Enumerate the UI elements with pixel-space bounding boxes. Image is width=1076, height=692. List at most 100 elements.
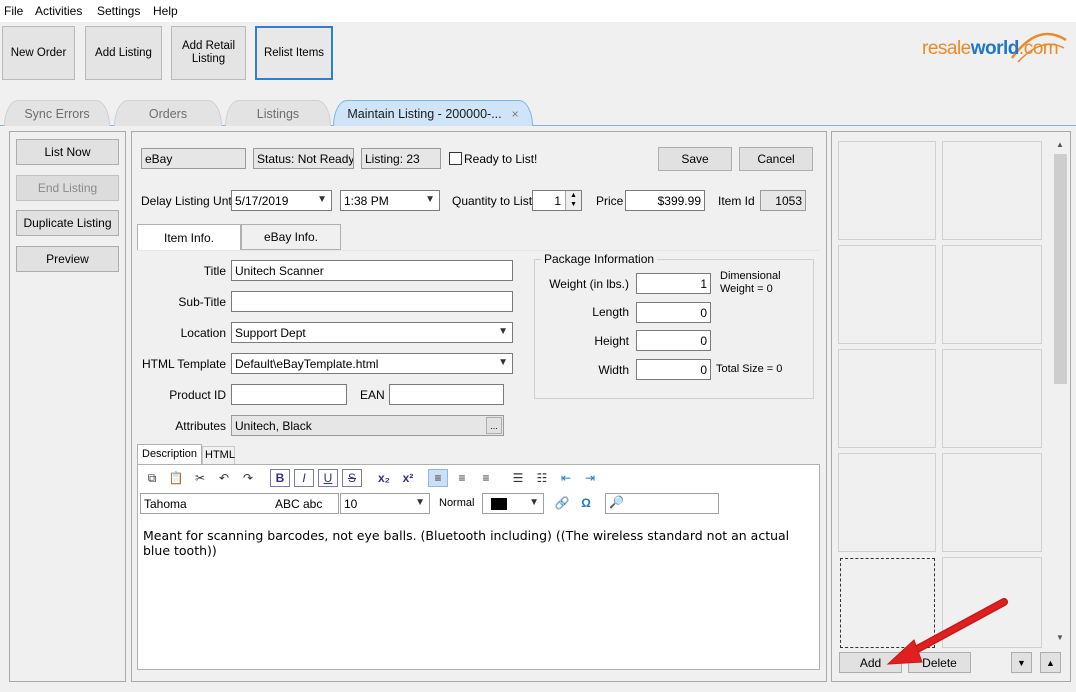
photo-slot[interactable] [838,141,936,240]
chevron-down-icon: ▼ [425,194,435,205]
location-select[interactable]: Support Dept ▼ [231,322,513,343]
photo-slot[interactable] [942,453,1042,552]
cancel-button[interactable]: Cancel [739,147,813,171]
scrollbar-thumb[interactable] [1054,154,1067,384]
add-retail-listing-button[interactable]: Add Retail Listing [171,26,246,80]
item-id-label: Item Id [718,194,755,208]
copy-icon[interactable]: ⧉ [142,469,162,487]
title-input[interactable]: Unitech Scanner [231,260,513,281]
text-color-swatch [491,498,507,510]
menu-help[interactable]: Help [153,4,178,18]
move-up-button[interactable]: ▲ [1040,652,1061,673]
strikethrough-icon[interactable]: S [342,469,362,487]
dimensional-weight-text: Dimensional Weight = 0 [720,270,781,295]
length-input[interactable]: 0 [636,302,711,323]
add-listing-button[interactable]: Add Listing [85,26,162,80]
relist-items-button[interactable]: Relist Items [255,26,333,80]
chevron-down-icon: ▼ [317,194,327,205]
superscript-icon[interactable]: x² [398,469,418,487]
price-field[interactable]: $399.99 [625,190,705,211]
listing-number-field: Listing: 23 [361,148,441,169]
duplicate-listing-button[interactable]: Duplicate Listing [16,210,119,236]
underline-icon[interactable]: U [318,469,338,487]
tab-sync-errors[interactable]: Sync Errors [4,100,110,126]
item-id-field: 1053 [760,190,806,211]
text-color-select[interactable]: ▼ [482,493,544,514]
description-content[interactable]: Meant for scanning barcodes, not eye bal… [143,528,813,558]
photo-slot[interactable] [942,245,1042,344]
photo-slot[interactable] [838,349,936,448]
menu-activities[interactable]: Activities [35,4,82,18]
product-id-input[interactable] [231,384,347,405]
height-input[interactable]: 0 [636,330,711,351]
delay-time-select[interactable]: 1:38 PM ▼ [340,190,440,211]
resaleworld-logo: resaleworld.com [922,38,1059,59]
special-character-icon[interactable]: Ω [576,494,596,512]
ean-input[interactable] [389,384,504,405]
photo-slot[interactable] [942,141,1042,240]
italic-icon[interactable]: I [294,469,314,487]
paragraph-style-label[interactable]: Normal [439,497,474,509]
arrow-up-icon: ▲ [1046,657,1055,668]
numbered-list-icon[interactable]: ☷ [532,469,552,487]
tab-item-info[interactable]: Item Info. [137,224,241,251]
tab-ebay-info[interactable]: eBay Info. [241,224,341,250]
paste-icon[interactable]: 📋 [166,469,186,487]
scroll-down-icon[interactable]: ▼ [1056,633,1064,642]
attributes-browse-button[interactable]: ... [486,417,502,434]
status-field: Status: Not Ready [253,148,354,169]
search-icon: 🔎 [609,495,624,509]
menu-bar: File Activities Settings Help [0,0,1076,22]
delay-date-select[interactable]: 5/17/2019 ▼ [231,190,332,211]
indent-icon[interactable]: ⇥ [580,469,600,487]
cut-icon[interactable]: ✂ [190,469,210,487]
tab-maintain-listing[interactable]: Maintain Listing - 200000-... × [333,100,533,126]
weight-input[interactable]: 1 [636,273,711,294]
scroll-up-icon[interactable]: ▲ [1056,140,1064,149]
move-down-button[interactable]: ▼ [1011,652,1032,673]
new-order-button[interactable]: New Order [2,26,75,80]
ready-to-list-checkbox[interactable] [449,152,462,165]
subtitle-label: Sub-Title [178,295,226,309]
font-size-value: 10 [344,497,358,511]
photo-slot[interactable] [838,453,936,552]
list-now-button[interactable]: List Now [16,139,119,165]
tab-html[interactable]: HTML [202,446,235,464]
align-right-icon[interactable]: ≡ [476,469,496,487]
menu-settings[interactable]: Settings [97,4,140,18]
subscript-icon[interactable]: x₂ [374,469,394,487]
align-center-icon[interactable]: ≡ [452,469,472,487]
photo-slot[interactable] [942,349,1042,448]
price-label: Price [596,194,624,208]
bold-icon[interactable]: B [270,469,290,487]
close-icon[interactable]: × [512,107,519,121]
font-size-select[interactable]: 10 ▼ [340,493,430,514]
end-listing-button[interactable]: End Listing [16,175,119,201]
annotation-arrow-icon [886,598,1008,665]
save-button[interactable]: Save [658,147,732,171]
title-label: Title [203,264,226,278]
quantity-spin-icon[interactable]: ▲ ▼ [565,191,581,210]
width-label: Width [598,363,629,377]
arrow-down-icon: ▼ [1017,657,1026,668]
link-icon[interactable]: 🔗 [552,494,572,512]
tab-description[interactable]: Description [137,444,202,464]
outdent-icon[interactable]: ⇤ [556,469,576,487]
bullet-list-icon[interactable]: ☰ [508,469,528,487]
tab-listings[interactable]: Listings [225,100,331,126]
tab-orders[interactable]: Orders [114,100,222,126]
width-input[interactable]: 0 [636,359,711,380]
chevron-down-icon: ▼ [498,326,508,337]
subtitle-input[interactable] [231,291,513,312]
preview-button[interactable]: Preview [16,246,119,272]
channel-field: eBay [141,148,246,169]
align-left-icon[interactable]: ≡ [428,469,448,487]
redo-icon[interactable]: ↷ [238,469,258,487]
photo-slot[interactable] [838,245,936,344]
attributes-field: Unitech, Black [231,415,504,436]
menu-file[interactable]: File [4,4,23,18]
undo-icon[interactable]: ↶ [214,469,234,487]
editor-search-input[interactable]: 🔎 [605,493,719,514]
html-template-select[interactable]: Default\eBayTemplate.html ▼ [231,353,513,374]
font-name-select[interactable]: Tahoma ABC abc [140,493,339,514]
